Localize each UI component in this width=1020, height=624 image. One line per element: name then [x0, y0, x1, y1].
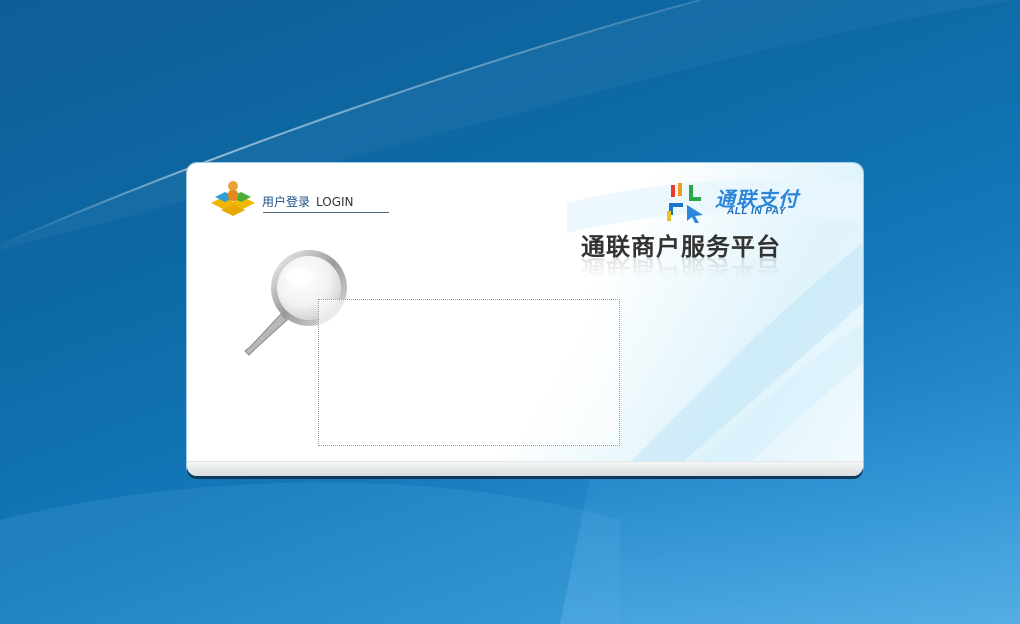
- login-header: 用户登录 LOGIN: [209, 179, 389, 217]
- login-title-en: LOGIN: [316, 195, 354, 209]
- login-title: 用户登录 LOGIN: [262, 193, 354, 210]
- allinpay-logo-icon: [667, 183, 703, 223]
- card-footer-bar: [187, 461, 863, 476]
- brand-name-en: ALL IN PAY: [727, 206, 786, 217]
- login-form-area[interactable]: [318, 299, 620, 446]
- login-title-cn: 用户登录: [262, 195, 311, 209]
- login-title-underline: [263, 212, 389, 213]
- platform-title-reflection: 通联商户服务平台: [581, 254, 781, 282]
- user-login-icon: [211, 181, 255, 216]
- login-card: 用户登录 LOGIN 通联支付 ALL IN PAY 通联商户服务平台 通联商户服…: [187, 163, 863, 476]
- brand-logo: 通联支付 ALL IN PAY: [665, 181, 825, 223]
